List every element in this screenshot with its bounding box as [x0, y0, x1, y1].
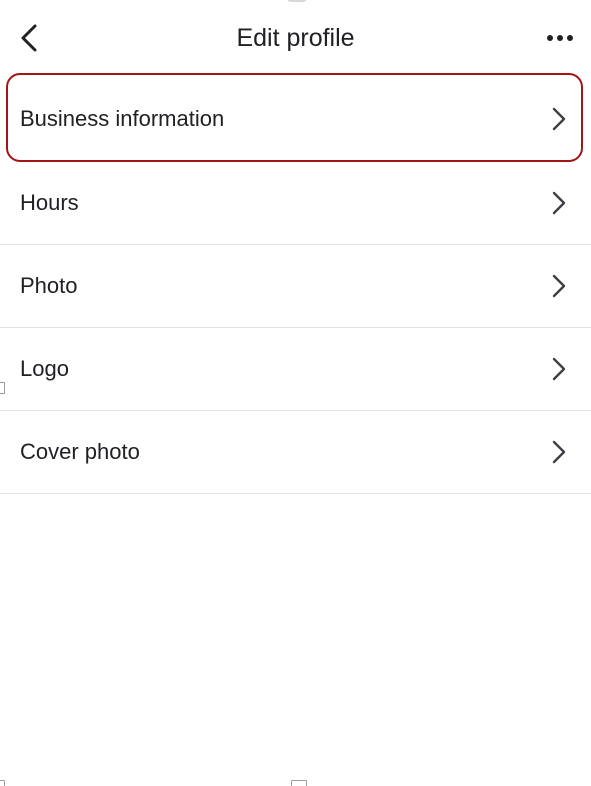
menu-item-logo[interactable]: Logo: [0, 328, 591, 411]
left-edge-handle: [0, 382, 5, 394]
menu-item-label: Business information: [20, 106, 225, 131]
chevron-right-icon: [549, 189, 569, 217]
bottom-left-edge-handle: [0, 780, 5, 786]
more-options-button[interactable]: [543, 24, 577, 52]
menu-item-label: Hours: [20, 190, 79, 215]
chevron-right-icon: [549, 272, 569, 300]
menu-item-cover-photo[interactable]: Cover photo: [0, 411, 591, 494]
edit-profile-screen: Edit profile Business information Hours …: [0, 0, 591, 786]
menu-item-business-information[interactable]: Business information: [0, 73, 591, 162]
chevron-right-icon: [549, 105, 569, 133]
bottom-center-edge-handle: [291, 780, 307, 786]
app-header: Edit profile: [0, 0, 591, 76]
more-horizontal-icon: [547, 35, 573, 41]
menu-item-label: Logo: [20, 356, 69, 381]
page-title: Edit profile: [236, 24, 355, 52]
chevron-right-icon: [549, 438, 569, 466]
menu-item-label: Photo: [20, 273, 78, 298]
profile-menu-list: Business information Hours Photo Logo Co…: [0, 73, 591, 494]
menu-item-label: Cover photo: [20, 439, 140, 464]
menu-item-photo[interactable]: Photo: [0, 245, 591, 328]
chevron-right-icon: [549, 355, 569, 383]
menu-item-hours[interactable]: Hours: [0, 162, 591, 245]
